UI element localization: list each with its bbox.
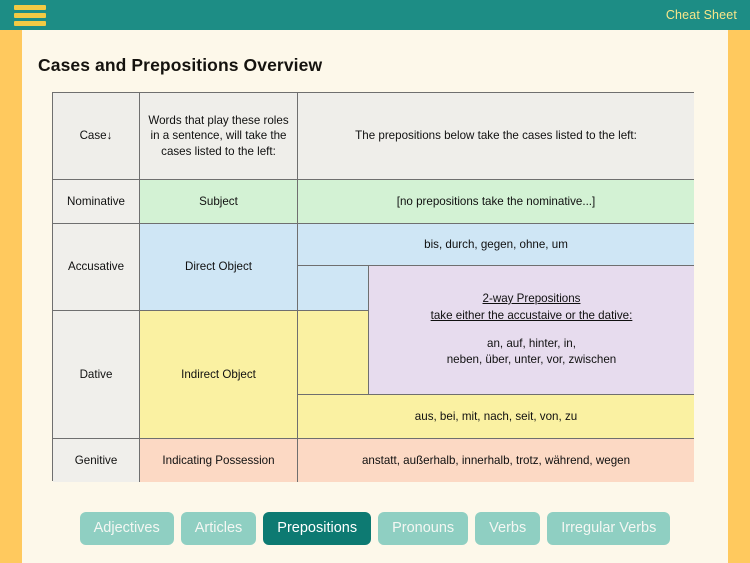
top-bar: Cheat Sheet [0,0,750,30]
two-way-prepositions-content: 2-way Prepositions take either the accus… [431,291,633,369]
category-nav-bar: Adjectives Articles Prepositions Pronoun… [0,512,750,550]
hamburger-bar-2 [14,13,46,18]
row-dative-case: Dative [53,311,140,439]
row-accusative-prepositions: bis, durch, gegen, ohne, um [298,224,694,266]
dative-spacer-cell [298,311,369,395]
row-genitive-prepositions: anstatt, außerhalb, innerhalb, trotz, wä… [298,439,694,482]
left-edge-strip [0,30,22,563]
two-way-prepositions-box: 2-way Prepositions take either the accus… [369,266,694,395]
cheat-sheet-label[interactable]: Cheat Sheet [666,0,737,30]
hamburger-bar-3 [14,21,46,26]
cases-prepositions-table: Case↓ Words that play these roles in a s… [52,92,694,482]
page-title: Cases and Prepositions Overview [38,55,323,75]
right-edge-strip [728,30,750,563]
nav-button-verbs[interactable]: Verbs [475,512,541,545]
two-way-line-1: an, auf, hinter, in, [487,336,576,350]
row-dative-role-label: Indirect Object [181,367,256,381]
row-accusative-case: Accusative [53,224,140,311]
row-dative-prepositions: aus, bei, mit, nach, seit, von, zu [298,395,694,439]
hamburger-bar-1 [14,5,46,10]
nav-button-adjectives[interactable]: Adjectives [79,512,174,545]
nav-button-articles[interactable]: Articles [180,512,257,545]
table-header-case: Case↓ [53,93,140,180]
table-header-prepositions: The prepositions below take the cases li… [298,93,694,180]
nav-button-prepositions[interactable]: Prepositions [263,512,372,545]
row-nominative-role: Subject [140,180,298,224]
row-genitive-role: Indicating Possession [140,439,298,482]
row-dative-role: Indirect Object [140,311,298,439]
row-nominative-case: Nominative [53,180,140,224]
row-accusative-role: Direct Object [140,224,298,311]
two-way-line-2: neben, über, unter, vor, zwischen [446,353,617,367]
row-nominative-prepositions: [no prepositions take the nominative...] [298,180,694,224]
two-way-spacer [431,325,633,336]
app-root: Cheat Sheet Cases and Prepositions Overv… [0,0,750,563]
two-way-subtitle: take either the accustaive or the dative… [430,308,633,322]
nav-button-pronouns[interactable]: Pronouns [378,512,469,545]
nav-button-irregular-verbs[interactable]: Irregular Verbs [547,512,671,545]
accusative-spacer-cell [298,266,369,311]
table-header-roles: Words that play these roles in a sentenc… [140,93,298,180]
two-way-title: 2-way Prepositions [482,291,581,305]
row-genitive-case: Genitive [53,439,140,482]
hamburger-menu-icon[interactable] [14,5,46,26]
